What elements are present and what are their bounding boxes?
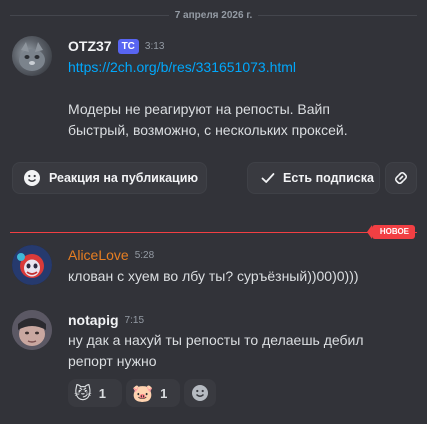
message-header-notapig: notapig 7:15	[68, 312, 144, 328]
date-divider-text: 7 апреля 2026 г.	[168, 9, 259, 21]
copy-link-button[interactable]	[385, 162, 417, 194]
new-messages-badge: НОВОЕ	[366, 225, 415, 239]
link-icon	[392, 169, 410, 187]
reaction-cat[interactable]: 😼 1	[68, 379, 122, 407]
op-tag: ТС	[117, 38, 139, 54]
date-divider: 7 апреля 2026 г.	[0, 5, 427, 25]
checkmark-icon	[259, 169, 277, 187]
clown-avatar-image	[12, 245, 52, 285]
thread-link[interactable]: https://2ch.org/b/res/331651073.html	[68, 59, 296, 75]
reaction-pig[interactable]: 🐷 1	[126, 379, 180, 407]
avatar-notapig[interactable]	[12, 310, 52, 350]
smile-icon	[23, 169, 41, 187]
message-header-alicelove: AliceLove 5:28	[68, 247, 154, 263]
following-label: Есть подписка	[283, 171, 374, 185]
react-to-post-label: Реакция на публикацию	[49, 171, 199, 185]
pig-emoji-icon: 🐷	[132, 383, 154, 403]
avatar-otz37[interactable]	[12, 36, 52, 76]
cat-emoji-icon: 😼	[74, 383, 92, 403]
timestamp: 5:28	[134, 249, 155, 261]
add-reaction-button[interactable]	[184, 379, 216, 407]
message-text-otz37-2: быстрый, возможно, с нескольких проксей.	[68, 122, 348, 138]
message-text-otz37-1: Модеры не реагируют на репосты. Вайп	[68, 101, 330, 117]
message-text-notapig-2: репорт нужно	[68, 353, 157, 369]
face-avatar-image	[12, 310, 52, 350]
message-header-otz37: OTZ37 ТС 3:13	[68, 38, 164, 54]
add-reaction-smile-icon	[191, 384, 209, 402]
username-otz37[interactable]: OTZ37	[68, 38, 112, 54]
message-text-notapig-1: ну дак а нахуй ты репосты то делаешь деб…	[68, 332, 364, 348]
following-button[interactable]: Есть подписка	[247, 162, 380, 194]
message-text-alicelove: клован с хуем во лбу ты? суръёзный))00)0…	[68, 268, 359, 284]
username-alicelove[interactable]: AliceLove	[68, 247, 129, 263]
username-notapig[interactable]: notapig	[68, 312, 119, 328]
timestamp: 3:13	[144, 40, 165, 52]
react-to-post-button[interactable]: Реакция на публикацию	[12, 162, 207, 194]
avatar-alicelove[interactable]	[12, 245, 52, 285]
reaction-count: 1	[98, 385, 106, 401]
new-messages-divider	[10, 232, 417, 233]
message-link-line: https://2ch.org/b/res/331651073.html	[68, 57, 296, 78]
timestamp: 7:15	[124, 314, 145, 326]
reaction-count: 1	[160, 385, 168, 401]
cat-avatar-image	[19, 42, 45, 71]
